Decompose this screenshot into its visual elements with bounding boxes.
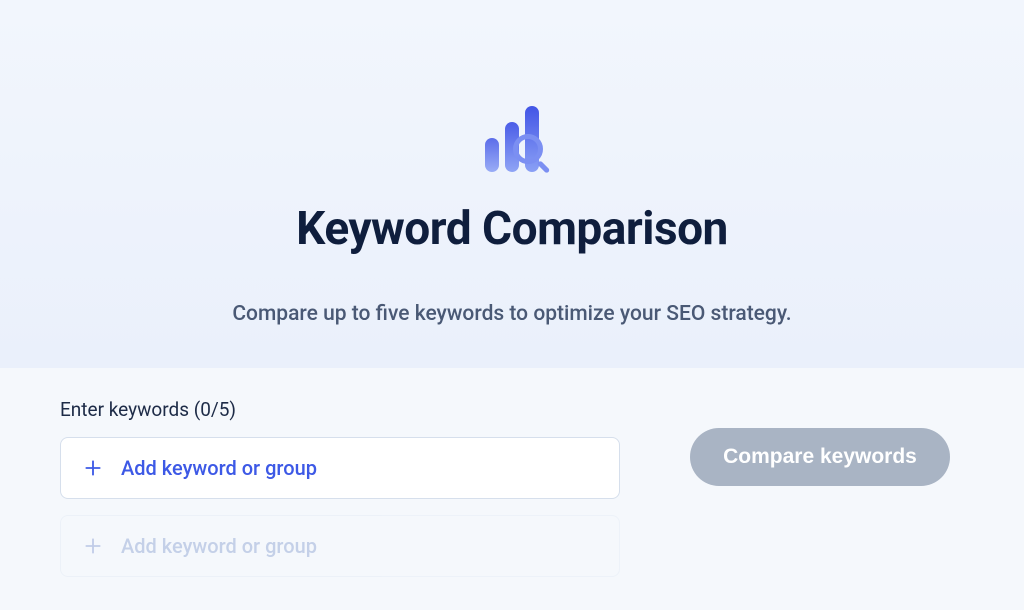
compare-keywords-button[interactable]: Compare keywords — [690, 428, 950, 486]
keyword-comparison-logo-icon — [462, 82, 562, 172]
keywords-column: Enter keywords (0/5) Add keyword or grou… — [60, 398, 620, 593]
add-keyword-label: Add keyword or group — [121, 534, 317, 558]
page-title: Keyword Comparison — [296, 202, 728, 256]
magnifier-icon — [513, 134, 557, 178]
hero-section: Keyword Comparison Compare up to five ke… — [0, 0, 1024, 368]
plus-icon — [83, 536, 103, 556]
add-keyword-label: Add keyword or group — [121, 456, 317, 480]
add-keyword-row-2[interactable]: Add keyword or group — [60, 515, 620, 577]
add-keyword-row-1[interactable]: Add keyword or group — [60, 437, 620, 499]
plus-icon — [83, 458, 103, 478]
action-column: Compare keywords — [690, 398, 964, 486]
bars-icon — [485, 106, 539, 172]
enter-keywords-label: Enter keywords (0/5) — [60, 398, 620, 421]
page-subtitle: Compare up to five keywords to optimize … — [232, 302, 791, 326]
content-area: Enter keywords (0/5) Add keyword or grou… — [0, 368, 1024, 593]
